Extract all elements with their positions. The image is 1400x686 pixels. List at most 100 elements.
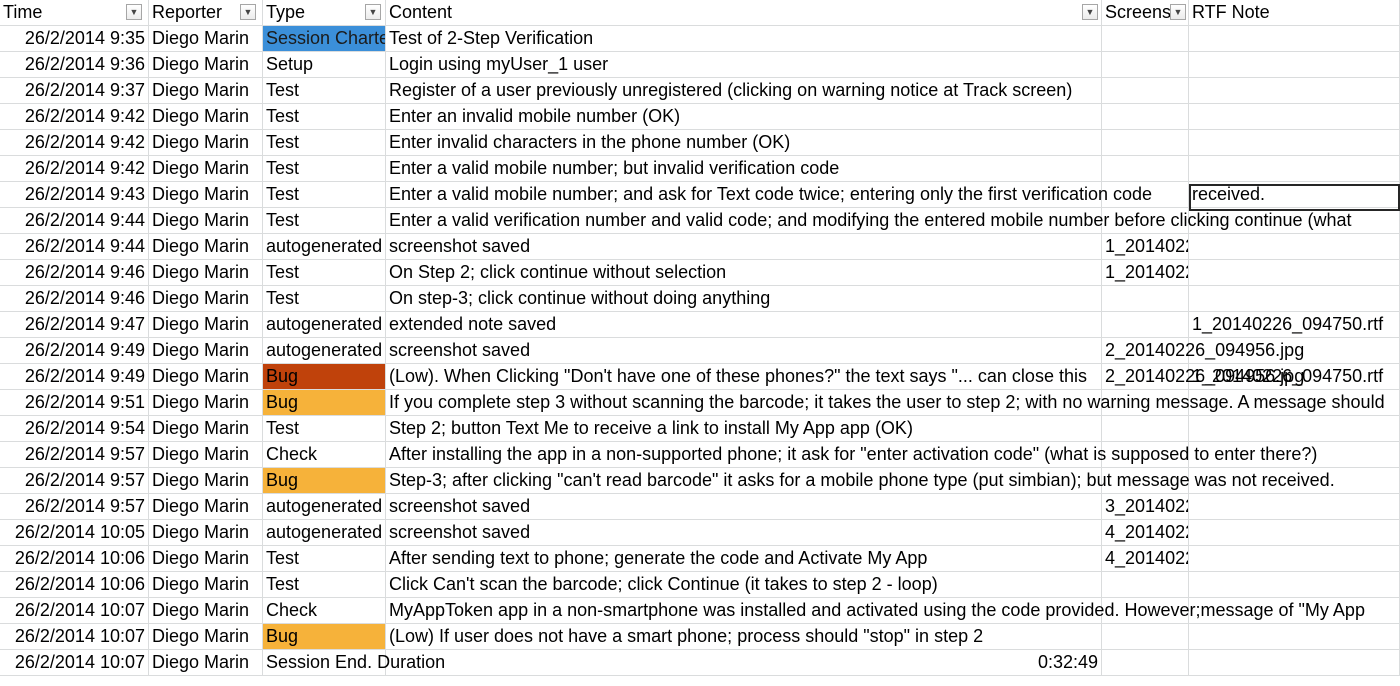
- reporter-cell[interactable]: Diego Marin: [149, 364, 263, 390]
- rtf-note-cell[interactable]: [1189, 494, 1400, 520]
- type-cell[interactable]: Test: [263, 572, 386, 598]
- time-cell[interactable]: 26/2/2014 9:35: [0, 26, 149, 52]
- time-cell[interactable]: 26/2/2014 10:06: [0, 546, 149, 572]
- content-cell[interactable]: screenshot saved: [386, 338, 1102, 364]
- reporter-cell[interactable]: Diego Marin: [149, 572, 263, 598]
- rtf-note-cell[interactable]: [1189, 52, 1400, 78]
- rtf-note-cell[interactable]: [1189, 468, 1400, 494]
- time-cell[interactable]: 26/2/2014 9:47: [0, 312, 149, 338]
- content-cell[interactable]: Login using myUser_1 user: [386, 52, 1102, 78]
- time-cell[interactable]: 26/2/2014 9:46: [0, 260, 149, 286]
- rtf-note-cell[interactable]: [1189, 286, 1400, 312]
- reporter-cell[interactable]: Diego Marin: [149, 390, 263, 416]
- reporter-cell[interactable]: Diego Marin: [149, 104, 263, 130]
- reporter-cell[interactable]: Diego Marin: [149, 130, 263, 156]
- type-cell[interactable]: autogenerated: [263, 520, 386, 546]
- time-cell[interactable]: 26/2/2014 9:49: [0, 364, 149, 390]
- content-cell[interactable]: 0:32:49: [386, 650, 1102, 676]
- reporter-cell[interactable]: Diego Marin: [149, 624, 263, 650]
- filter-dropdown-type[interactable]: ▼: [365, 4, 381, 20]
- content-cell[interactable]: Enter an invalid mobile number (OK): [386, 104, 1102, 130]
- time-cell[interactable]: 26/2/2014 10:07: [0, 650, 149, 676]
- time-cell[interactable]: 26/2/2014 9:54: [0, 416, 149, 442]
- type-cell[interactable]: Bug: [263, 624, 386, 650]
- reporter-cell[interactable]: Diego Marin: [149, 26, 263, 52]
- rtf-note-cell[interactable]: [1189, 650, 1400, 676]
- content-cell[interactable]: Enter a valid verification number and va…: [386, 208, 1352, 234]
- type-cell[interactable]: Test: [263, 546, 386, 572]
- type-cell[interactable]: Test: [263, 260, 386, 286]
- time-cell[interactable]: 26/2/2014 9:42: [0, 156, 149, 182]
- type-cell[interactable]: Test: [263, 182, 386, 208]
- rtf-note-cell[interactable]: [1189, 26, 1400, 52]
- rtf-note-cell[interactable]: 1_20140226_094750.rtf: [1189, 364, 1400, 390]
- screenshot-cell[interactable]: 1_20140226_094444.jpg: [1102, 234, 1189, 260]
- rtf-note-cell[interactable]: [1189, 78, 1400, 104]
- screenshot-cell[interactable]: [1102, 572, 1189, 598]
- screenshot-cell[interactable]: 4_20140226_102949.jpg: [1102, 546, 1189, 572]
- rtf-note-cell[interactable]: [1189, 390, 1400, 416]
- content-cell[interactable]: Enter invalid characters in the phone nu…: [386, 130, 1102, 156]
- screenshot-cell[interactable]: 2_20140226_094956.jpg: [1102, 364, 1304, 390]
- screenshot-cell[interactable]: [1102, 78, 1189, 104]
- reporter-cell[interactable]: Diego Marin: [149, 442, 263, 468]
- content-cell[interactable]: screenshot saved: [386, 520, 1102, 546]
- time-cell[interactable]: 26/2/2014 9:51: [0, 390, 149, 416]
- rtf-note-cell[interactable]: [1189, 624, 1400, 650]
- type-cell[interactable]: Test: [263, 416, 386, 442]
- type-cell[interactable]: Test: [263, 78, 386, 104]
- time-cell[interactable]: 26/2/2014 9:49: [0, 338, 149, 364]
- screenshot-cell[interactable]: [1102, 650, 1189, 676]
- time-cell[interactable]: 26/2/2014 9:46: [0, 286, 149, 312]
- content-cell[interactable]: On step-3; click continue without doing …: [386, 286, 1102, 312]
- content-cell[interactable]: After sending text to phone; generate th…: [386, 546, 1102, 572]
- reporter-cell[interactable]: Diego Marin: [149, 598, 263, 624]
- content-cell[interactable]: (Low). When Clicking "Don't have one of …: [386, 364, 1102, 390]
- content-cell[interactable]: screenshot saved: [386, 234, 1102, 260]
- screenshot-cell[interactable]: [1102, 416, 1189, 442]
- screenshot-cell[interactable]: 1_20140226_094444.jpg: [1102, 260, 1189, 286]
- rtf-note-cell[interactable]: [1189, 546, 1400, 572]
- time-cell[interactable]: 26/2/2014 10:06: [0, 572, 149, 598]
- reporter-cell[interactable]: Diego Marin: [149, 260, 263, 286]
- screenshot-cell[interactable]: [1102, 312, 1189, 338]
- type-cell[interactable]: Setup: [263, 52, 386, 78]
- filter-dropdown-screenshot[interactable]: ▼: [1170, 4, 1186, 20]
- screenshot-cell[interactable]: 4_20140226_102949.jpg: [1102, 520, 1189, 546]
- rtf-note-cell[interactable]: [1189, 598, 1400, 624]
- rtf-note-cell[interactable]: [1189, 234, 1400, 260]
- rtf-note-cell[interactable]: [1189, 104, 1400, 130]
- content-cell[interactable]: If you complete step 3 without scanning …: [386, 390, 1385, 416]
- time-cell[interactable]: 26/2/2014 9:42: [0, 130, 149, 156]
- content-cell[interactable]: After installing the app in a non-suppor…: [386, 442, 1317, 468]
- reporter-cell[interactable]: Diego Marin: [149, 78, 263, 104]
- rtf-note-cell[interactable]: [1189, 416, 1400, 442]
- type-cell[interactable]: Test: [263, 104, 386, 130]
- column-header-rtf-note[interactable]: RTF Note: [1189, 0, 1400, 26]
- type-cell[interactable]: autogenerated: [263, 494, 386, 520]
- time-cell[interactable]: 26/2/2014 9:57: [0, 494, 149, 520]
- type-cell[interactable]: Check: [263, 598, 386, 624]
- content-cell[interactable]: MyAppToken app in a non-smartphone was i…: [386, 598, 1365, 624]
- rtf-note-cell[interactable]: [1189, 156, 1400, 182]
- rtf-note-cell[interactable]: received.: [1189, 182, 1400, 208]
- time-cell[interactable]: 26/2/2014 9:42: [0, 104, 149, 130]
- rtf-note-cell[interactable]: [1189, 208, 1400, 234]
- rtf-note-cell[interactable]: [1189, 572, 1400, 598]
- content-cell[interactable]: (Low) If user does not have a smart phon…: [386, 624, 1102, 650]
- type-cell[interactable]: Test: [263, 208, 386, 234]
- content-cell[interactable]: Click Can't scan the barcode; click Cont…: [386, 572, 1102, 598]
- type-cell[interactable]: Test: [263, 130, 386, 156]
- content-cell[interactable]: Step 2; button Text Me to receive a link…: [386, 416, 1102, 442]
- type-cell[interactable]: Bug: [263, 364, 386, 390]
- rtf-note-cell[interactable]: [1189, 520, 1400, 546]
- rtf-note-cell[interactable]: [1189, 260, 1400, 286]
- column-header-content[interactable]: Content: [386, 0, 1102, 26]
- time-cell[interactable]: 26/2/2014 9:57: [0, 442, 149, 468]
- reporter-cell[interactable]: Diego Marin: [149, 416, 263, 442]
- reporter-cell[interactable]: Diego Marin: [149, 312, 263, 338]
- reporter-cell[interactable]: Diego Marin: [149, 468, 263, 494]
- screenshot-cell[interactable]: [1102, 26, 1189, 52]
- reporter-cell[interactable]: Diego Marin: [149, 520, 263, 546]
- reporter-cell[interactable]: Diego Marin: [149, 494, 263, 520]
